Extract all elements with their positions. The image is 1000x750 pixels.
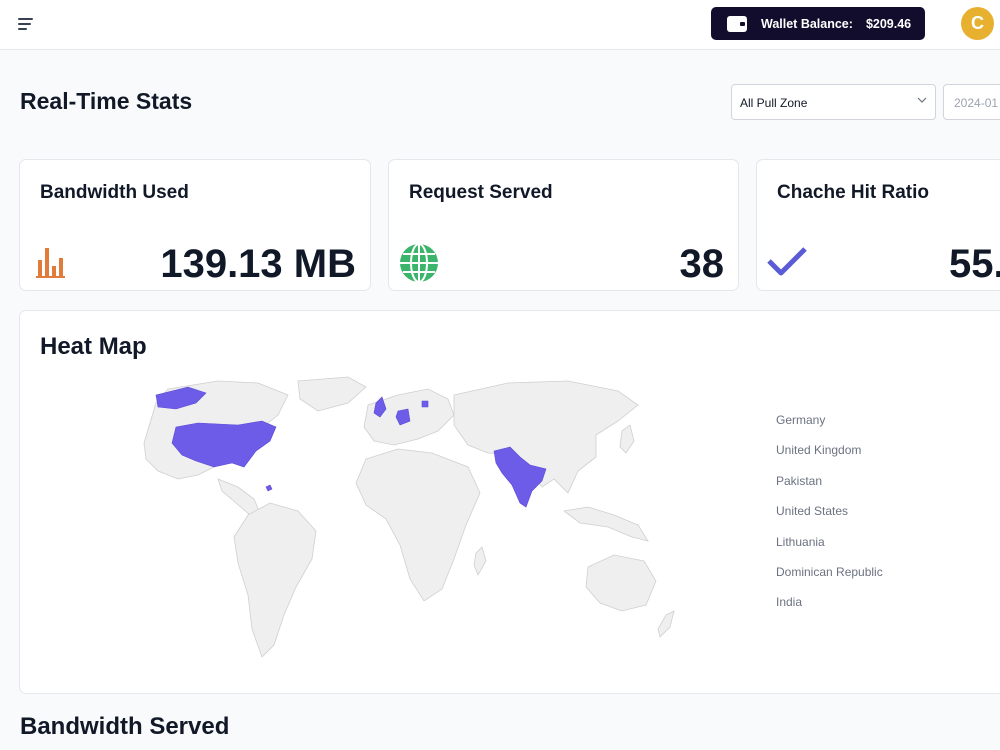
- globe-icon: [400, 243, 438, 283]
- card-title: Chache Hit Ratio: [777, 182, 930, 203]
- region-japan: [619, 424, 635, 454]
- card-value: 139.13 MB: [160, 242, 356, 286]
- top-bar: Wallet Balance: $209.46 C: [0, 0, 1000, 50]
- wallet-amount: $209.46: [865, 16, 912, 31]
- legend-item: Dominican Republic: [776, 564, 883, 579]
- pull-zone-selected-value: All Pull Zone: [740, 96, 808, 110]
- region-south-america: [233, 502, 317, 658]
- legend-item: India: [776, 595, 803, 610]
- bar-chart-icon: [36, 248, 65, 278]
- region-madagascar: [473, 546, 487, 576]
- heat-map-legend: Germany United Kingdom Pakistan United S…: [776, 413, 883, 626]
- card-title: Bandwidth Used: [40, 182, 189, 203]
- region-australia: [585, 554, 657, 612]
- region-lithuania: [421, 400, 429, 408]
- region-southeast-asia: [563, 506, 649, 542]
- wallet-icon: [727, 15, 747, 32]
- request-served-card: Request Served 38: [388, 159, 739, 291]
- card-title: Request Served: [409, 182, 553, 203]
- pull-zone-select[interactable]: All Pull Zone: [731, 84, 936, 120]
- wallet-balance-button[interactable]: Wallet Balance: $209.46: [711, 7, 925, 40]
- checkmark-icon: [767, 247, 807, 276]
- region-central-america: [217, 478, 261, 516]
- avatar[interactable]: C: [961, 7, 994, 40]
- chevron-down-icon: [917, 97, 927, 103]
- region-africa: [355, 448, 481, 602]
- legend-item: Lithuania: [776, 534, 825, 549]
- card-value: 38: [679, 242, 725, 286]
- card-value: 55.: [949, 242, 1000, 286]
- region-asia: [453, 380, 639, 494]
- wallet-label: Wallet Balance:: [761, 16, 853, 31]
- hamburger-menu-icon[interactable]: [17, 15, 37, 35]
- page-title: Real-Time Stats: [20, 88, 193, 114]
- heat-map-panel: Heat Map Germany United Kingdom Pakistan…: [19, 310, 1000, 694]
- legend-item: United States: [776, 504, 849, 519]
- region-dominican-republic: [265, 484, 273, 492]
- bandwidth-served-title: Bandwidth Served: [20, 713, 230, 740]
- date-range-input[interactable]: 2024-01: [943, 84, 1000, 120]
- bandwidth-used-card: Bandwidth Used 139.13 MB: [19, 159, 371, 291]
- legend-item: United Kingdom: [776, 443, 862, 458]
- world-map: [143, 376, 675, 658]
- heat-map-title: Heat Map: [40, 333, 147, 360]
- region-greenland: [297, 376, 367, 412]
- legend-item: Pakistan: [776, 473, 823, 488]
- cache-hit-ratio-card: Chache Hit Ratio 55.: [756, 159, 1000, 291]
- legend-item: Germany: [776, 413, 826, 427]
- region-new-zealand: [657, 610, 675, 638]
